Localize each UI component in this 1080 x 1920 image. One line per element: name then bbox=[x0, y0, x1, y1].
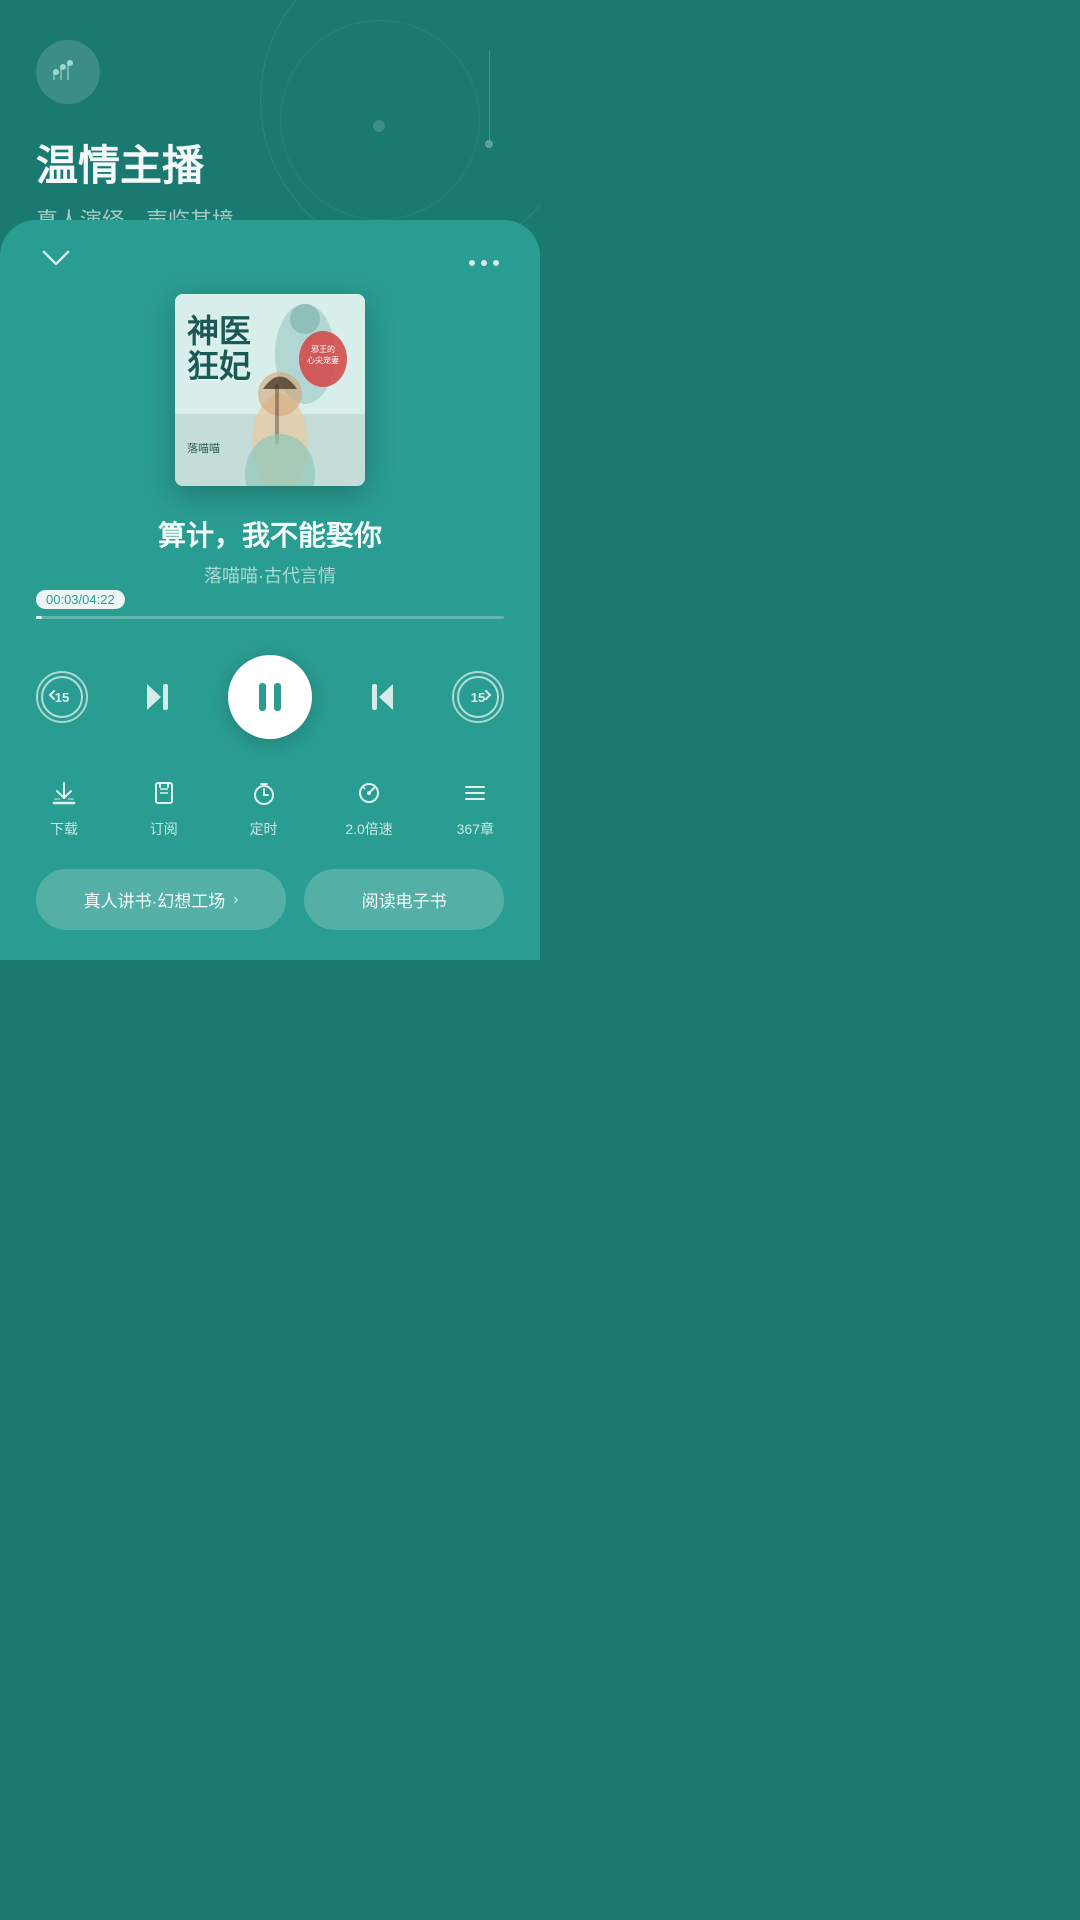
download-icon bbox=[46, 775, 82, 811]
progress-bar-container[interactable]: 00:03/04:22 bbox=[36, 616, 504, 619]
svg-text:15: 15 bbox=[471, 690, 485, 705]
play-pause-button[interactable] bbox=[228, 655, 312, 739]
narrator-button-text: 真人讲书·幻想工场 bbox=[84, 887, 226, 912]
download-action[interactable]: 下载 bbox=[46, 775, 82, 839]
more-options-button[interactable] bbox=[468, 250, 500, 273]
next-track-button[interactable] bbox=[363, 678, 401, 716]
collapse-button[interactable] bbox=[40, 248, 72, 274]
timer-label: 定时 bbox=[250, 819, 278, 839]
book-name: 算计，我不能娶你 bbox=[158, 514, 382, 554]
svg-text:邪王的: 邪王的 bbox=[311, 344, 335, 354]
player-card: 邪王的 心尖宠妻 神医 狂妃 落喵喵 算计，我不能娶你 落喵喵·古代言情 00:… bbox=[0, 220, 540, 960]
rewind-15-button[interactable]: 15 bbox=[36, 671, 88, 723]
book-author-genre: 落喵喵·古代言情 bbox=[204, 562, 336, 588]
svg-text:心尖宠妻: 心尖宠妻 bbox=[307, 355, 339, 365]
actions-row: 下载 订阅 bbox=[36, 775, 504, 839]
download-label: 下载 bbox=[50, 819, 78, 839]
chapter-icon bbox=[457, 775, 493, 811]
speed-action[interactable]: 2.0倍速 bbox=[345, 775, 392, 839]
logo-circle bbox=[36, 40, 100, 104]
svg-text:15: 15 bbox=[55, 690, 69, 705]
narrator-button[interactable]: 真人讲书·幻想工场 › bbox=[36, 869, 286, 930]
book-cover-art: 邪王的 心尖宠妻 神医 狂妃 落喵喵 bbox=[175, 294, 365, 486]
progress-time-label: 00:03/04:22 bbox=[36, 590, 125, 609]
subscribe-label: 订阅 bbox=[150, 819, 178, 839]
timer-icon bbox=[246, 775, 282, 811]
narrator-arrow-icon: › bbox=[233, 891, 238, 909]
subscribe-icon bbox=[146, 775, 182, 811]
card-top-bar bbox=[36, 220, 504, 274]
cover-author-small: 落喵喵 bbox=[187, 440, 220, 456]
subscribe-action[interactable]: 订阅 bbox=[146, 775, 182, 839]
speed-icon bbox=[351, 775, 387, 811]
progress-track[interactable] bbox=[36, 616, 504, 619]
timer-action[interactable]: 定时 bbox=[246, 775, 282, 839]
ebook-button[interactable]: 阅读电子书 bbox=[304, 869, 504, 930]
chapter-action[interactable]: 367章 bbox=[457, 775, 494, 839]
progress-fill bbox=[36, 616, 42, 619]
speed-label: 2.0倍速 bbox=[345, 819, 392, 839]
controls-row: 15 15 bbox=[36, 655, 504, 739]
previous-track-button[interactable] bbox=[139, 678, 177, 716]
main-title: 温情主播 bbox=[36, 132, 504, 193]
logo-icon bbox=[50, 58, 86, 86]
ebook-button-text: 阅读电子书 bbox=[362, 887, 447, 912]
pause-icon bbox=[259, 683, 281, 711]
forward-15-button[interactable]: 15 bbox=[452, 671, 504, 723]
book-cover: 邪王的 心尖宠妻 神医 狂妃 落喵喵 bbox=[175, 294, 365, 486]
bottom-buttons: 真人讲书·幻想工场 › 阅读电子书 bbox=[36, 869, 504, 930]
header: 温情主播 真人演绎，声临其境 bbox=[0, 0, 540, 235]
chapter-label: 367章 bbox=[457, 819, 494, 839]
